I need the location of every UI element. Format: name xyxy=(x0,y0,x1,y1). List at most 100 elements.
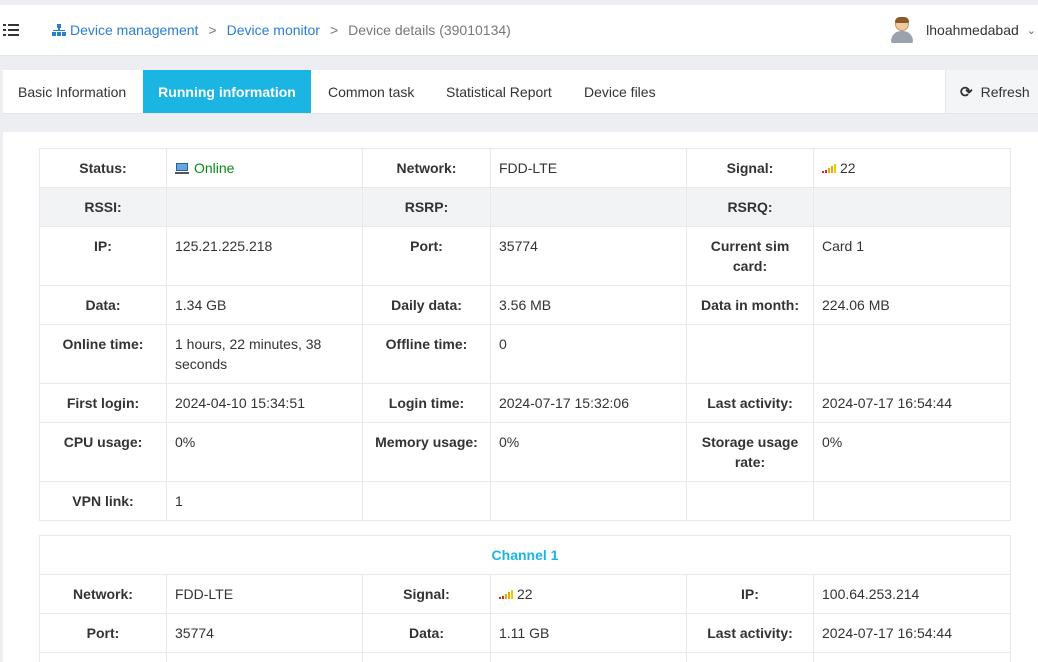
current-sim-card-value: Card 1 xyxy=(813,226,1011,286)
data-in-month-value: 224.06 MB xyxy=(813,285,1011,325)
empty-label xyxy=(686,481,814,521)
table-row: Port: 35774 Data: 1.11 GB Last activity:… xyxy=(39,613,1011,653)
tab-running-information[interactable]: Running information xyxy=(143,70,311,113)
empty-cell xyxy=(362,652,491,662)
vpn-link-label: VPN link: xyxy=(39,481,167,521)
status-value: Online xyxy=(194,160,235,176)
chevron-down-icon[interactable]: ⌄ xyxy=(1027,24,1036,37)
channel-signal-value: 22 xyxy=(517,586,533,602)
current-sim-card-label: Current sim card: xyxy=(686,226,814,286)
channel-network-value: FDD-LTE xyxy=(166,574,363,614)
table-row: First login: 2024-04-10 15:34:51 Login t… xyxy=(39,383,1011,423)
first-login-label: First login: xyxy=(39,383,167,423)
ip-label: IP: xyxy=(39,226,167,286)
login-time-value: 2024-07-17 15:32:06 xyxy=(490,383,687,423)
memory-usage-value: 0% xyxy=(490,422,687,482)
table-row xyxy=(39,652,1011,662)
channel-port-value: 35774 xyxy=(166,613,363,653)
signal-value: 22 xyxy=(840,160,856,176)
refresh-label: Refresh xyxy=(980,83,1030,100)
empty-value xyxy=(490,481,687,521)
breadcrumb: Device management > Device monitor > Device … xyxy=(52,22,511,38)
online-time-label: Online time: xyxy=(39,324,167,384)
user-avatar-icon xyxy=(890,17,914,43)
empty-label xyxy=(362,481,491,521)
tab-common-task[interactable]: Common task xyxy=(328,70,414,113)
cpu-usage-value: 0% xyxy=(166,422,363,482)
storage-usage-rate-value: 0% xyxy=(813,422,1011,482)
empty-value xyxy=(813,481,1011,521)
breadcrumb-device-management[interactable]: Device management xyxy=(70,22,198,38)
offline-time-value: 0 xyxy=(490,324,687,384)
channel-ip-label: IP: xyxy=(686,574,814,614)
tab-device-files[interactable]: Device files xyxy=(584,70,656,113)
online-time-value: 1 hours, 22 minutes, 38 seconds xyxy=(166,324,363,384)
data-in-month-label: Data in month: xyxy=(686,285,814,325)
last-activity-label: Last activity: xyxy=(686,383,814,423)
rsrq-value xyxy=(813,187,1011,227)
table-row: RSSI: RSRP: RSRQ: xyxy=(39,187,1011,227)
network-value: FDD-LTE xyxy=(490,148,687,188)
daily-data-value: 3.56 MB xyxy=(490,285,687,325)
channel-last-activity-value: 2024-07-17 16:54:44 xyxy=(813,613,1011,653)
channel-ip-value: 100.64.253.214 xyxy=(813,574,1011,614)
rssi-label: RSSI: xyxy=(39,187,167,227)
signal-strength-icon xyxy=(822,164,838,173)
table-row: CPU usage: 0% Memory usage: 0% Storage u… xyxy=(39,422,1011,482)
signal-value-cell: 22 xyxy=(813,148,1011,188)
table-row: Data: 1.34 GB Daily data: 3.56 MB Data i… xyxy=(39,285,1011,325)
network-label: Network: xyxy=(362,148,491,188)
table-row: Channel 1 xyxy=(39,535,1011,575)
port-label: Port: xyxy=(362,226,491,286)
table-row: Network: FDD-LTE Signal: 22 IP: 100.64.2… xyxy=(39,574,1011,614)
daily-data-label: Daily data: xyxy=(362,285,491,325)
channel-data-label: Data: xyxy=(362,613,491,653)
menu-toggle-icon[interactable] xyxy=(3,23,19,37)
data-value: 1.34 GB xyxy=(166,285,363,325)
refresh-icon: ⟳ xyxy=(960,83,973,101)
running-info-panel: Status: Online Network: FDD-LTE Signal: … xyxy=(3,132,1038,662)
status-label: Status: xyxy=(39,148,167,188)
user-menu[interactable]: lhoahmedabad ⌄ xyxy=(890,16,1038,44)
channel-title: Channel 1 xyxy=(39,535,1011,575)
username: lhoahmedabad xyxy=(926,22,1019,38)
channel-data-value: 1.11 GB xyxy=(490,613,687,653)
channel-signal-label: Signal: xyxy=(362,574,491,614)
table-row: Status: Online Network: FDD-LTE Signal: … xyxy=(39,148,1011,188)
channel-last-activity-label: Last activity: xyxy=(686,613,814,653)
top-header: Device management > Device monitor > Device … xyxy=(0,5,1038,56)
breadcrumb-device-monitor[interactable]: Device monitor xyxy=(227,22,320,38)
tab-statistical-report[interactable]: Statistical Report xyxy=(446,70,552,113)
storage-usage-rate-label: Storage usage rate: xyxy=(686,422,814,482)
breadcrumb-current: Device details (39010134) xyxy=(348,22,511,38)
refresh-button[interactable]: ⟳ Refresh xyxy=(945,70,1038,113)
offline-time-label: Offline time: xyxy=(362,324,491,384)
running-info-table: Status: Online Network: FDD-LTE Signal: … xyxy=(39,148,1011,521)
rsrp-label: RSRP: xyxy=(362,187,491,227)
empty-cell xyxy=(813,652,1011,662)
signal-label: Signal: xyxy=(686,148,814,188)
rsrq-label: RSRQ: xyxy=(686,187,814,227)
empty-cell xyxy=(686,652,814,662)
vpn-link-value: 1 xyxy=(166,481,363,521)
rsrp-value xyxy=(490,187,687,227)
table-row: VPN link: 1 xyxy=(39,481,1011,521)
tab-bar: Basic Information Running information Co… xyxy=(3,70,1038,114)
empty-cell xyxy=(490,652,687,662)
channel-network-label: Network: xyxy=(39,574,167,614)
rssi-value xyxy=(166,187,363,227)
memory-usage-label: Memory usage: xyxy=(362,422,491,482)
signal-strength-icon xyxy=(499,590,515,599)
first-login-value: 2024-04-10 15:34:51 xyxy=(166,383,363,423)
table-row: IP: 125.21.225.218 Port: 35774 Current s… xyxy=(39,226,1011,286)
empty-label xyxy=(686,324,814,384)
breadcrumb-separator: > xyxy=(208,22,217,38)
status-value-cell: Online xyxy=(166,148,363,188)
cpu-usage-label: CPU usage: xyxy=(39,422,167,482)
channel-port-label: Port: xyxy=(39,613,167,653)
tab-basic-information[interactable]: Basic Information xyxy=(18,70,126,113)
last-activity-value: 2024-07-17 16:54:44 xyxy=(813,383,1011,423)
channel-signal-value-cell: 22 xyxy=(490,574,687,614)
empty-value xyxy=(813,324,1011,384)
channel-table: Channel 1 Network: FDD-LTE Signal: 22 IP… xyxy=(39,535,1011,662)
